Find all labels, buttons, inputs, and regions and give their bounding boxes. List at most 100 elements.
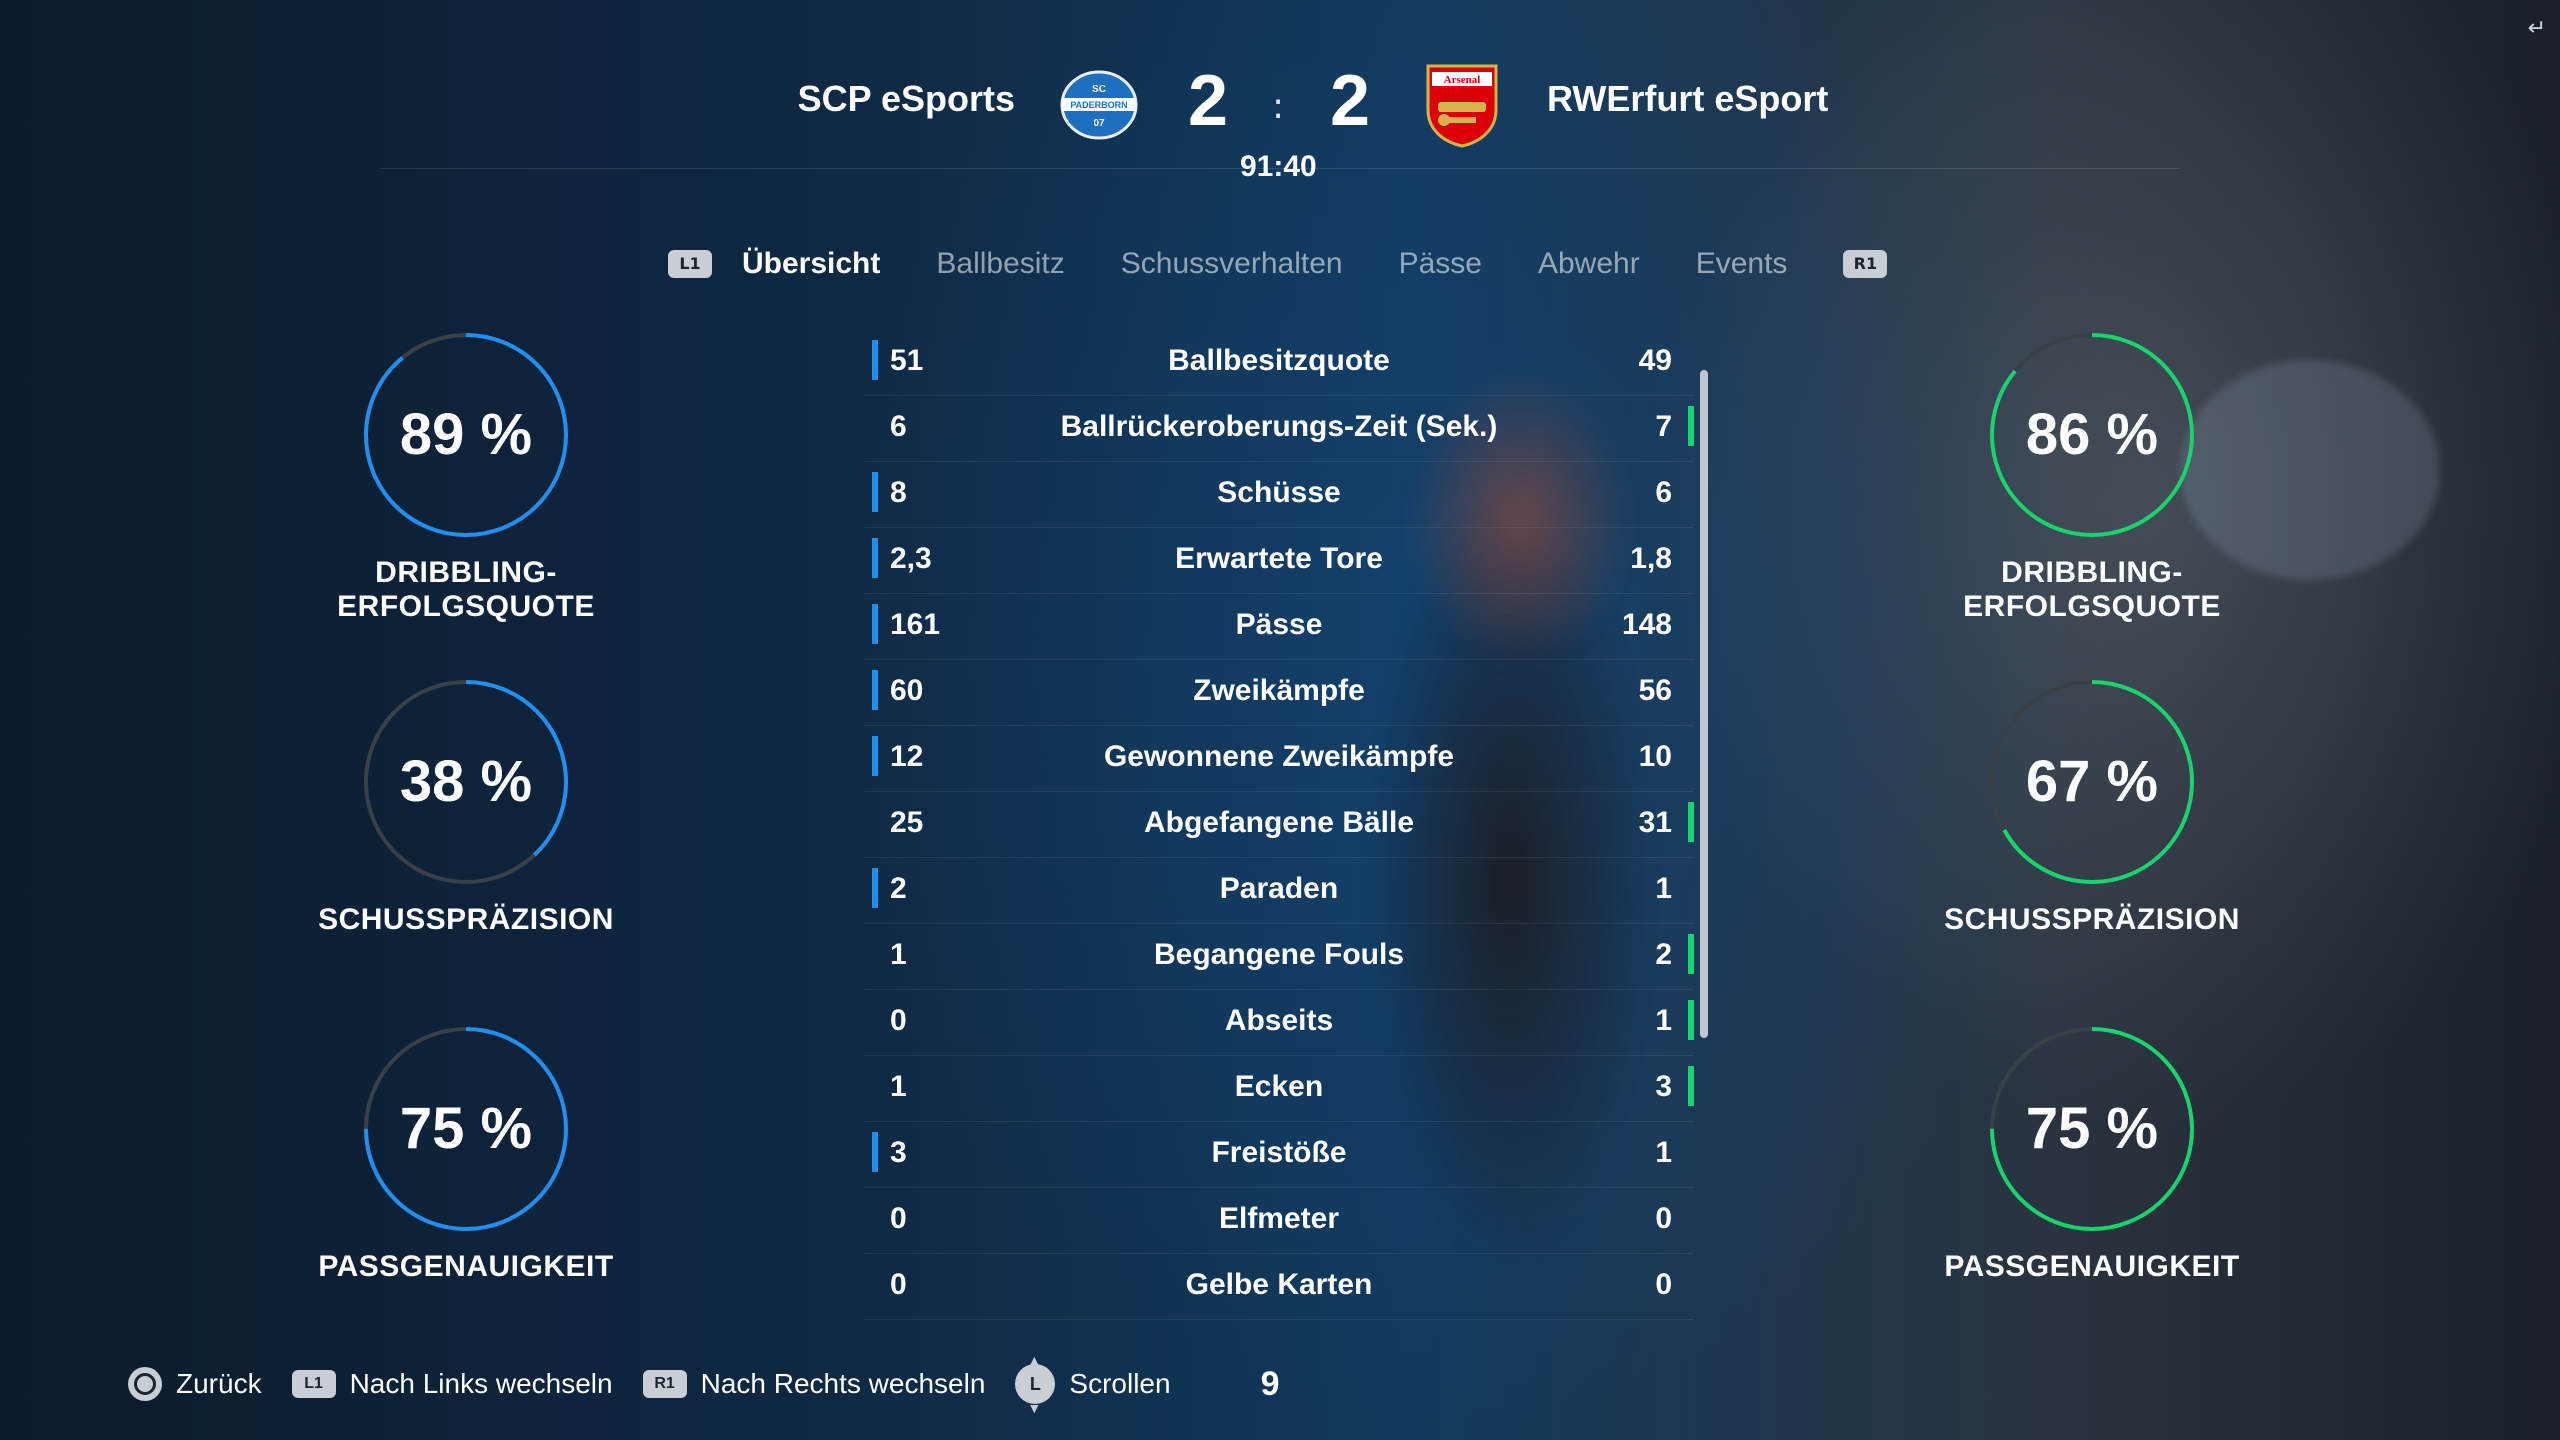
switch-left-label: Nach Links wechseln xyxy=(349,1368,613,1399)
home-score: 2 xyxy=(1188,61,1229,141)
stats-tab-bar: L1 Übersicht Ballbesitz Schussverhalten … xyxy=(668,244,1917,284)
switch-right-label: Nach Rechts wechseln xyxy=(700,1368,986,1399)
away-stat-value: 1 xyxy=(1655,872,1672,905)
home-shot-accuracy-stat: 38 % SCHUSSPRÄZISION xyxy=(256,677,676,937)
stat-name: Pässe xyxy=(1235,608,1323,641)
away-shot-accuracy-value: 67 % xyxy=(2025,749,2159,814)
away-stat-value: 49 xyxy=(1638,344,1672,377)
home-dribbling-stat: 89 % DRIBBLING-ERFOLGSQUOTE xyxy=(256,330,676,624)
away-pass-accuracy-ring: 75 % xyxy=(1987,1024,2197,1234)
away-stat-value: 7 xyxy=(1655,410,1672,443)
away-stat-value: 6 xyxy=(1655,476,1672,509)
home-shot-accuracy-ring: 38 % xyxy=(361,677,571,887)
home-pass-accuracy-value: 75 % xyxy=(399,1096,533,1161)
tab-abwehr[interactable]: Abwehr xyxy=(1538,247,1640,281)
back-hint[interactable]: Zurück xyxy=(128,1367,262,1401)
stat-row: 161 Pässe 148 xyxy=(864,594,1694,660)
stat-row: 6 Ballrückeroberungs-Zeit (Sek.) 7 xyxy=(864,396,1694,462)
arrow-up-icon: ▲ xyxy=(1027,1352,1042,1368)
tab-schussverhalten[interactable]: Schussverhalten xyxy=(1121,247,1343,281)
away-dribbling-ring: 86 % xyxy=(1987,330,2197,540)
stat-name: Gelbe Karten xyxy=(1185,1268,1373,1301)
stat-name: Schüsse xyxy=(1217,476,1341,509)
controller-hints: Zurück L1 Nach Links wechseln R1 Nach Re… xyxy=(128,1352,1280,1416)
stat-name: Abseits xyxy=(1224,1004,1334,1037)
arrow-down-icon: ▼ xyxy=(1027,1400,1042,1416)
away-shot-accuracy-ring: 67 % xyxy=(1987,677,2197,887)
l1-button-icon: L1 xyxy=(291,1370,336,1398)
stat-row: 0 Elfmeter 0 xyxy=(864,1188,1694,1254)
svg-text:Arsenal: Arsenal xyxy=(1444,74,1481,86)
stat-name: Ballrückeroberungs-Zeit (Sek.) xyxy=(1060,410,1498,443)
circle-button-icon xyxy=(128,1367,162,1401)
stat-row: 2,3 Erwartete Tore 1,8 xyxy=(864,528,1694,594)
svg-text:07: 07 xyxy=(1093,118,1105,129)
stat-name: Erwartete Tore xyxy=(1175,542,1383,575)
r1-button-icon: R1 xyxy=(642,1370,687,1398)
stat-row: 60 Zweikämpfe 56 xyxy=(864,660,1694,726)
stat-row: 0 Gelbe Karten 0 xyxy=(864,1254,1694,1320)
match-clock: 91:40 xyxy=(1240,150,1317,183)
page-number: 9 xyxy=(1260,1364,1280,1403)
stat-name: Ecken xyxy=(1234,1070,1324,1103)
home-shot-accuracy-label: SCHUSSPRÄZISION xyxy=(318,903,614,936)
scoreboard: SCP eSports SC PADERBORN 07 2 : 2 Arsena… xyxy=(0,0,2560,190)
away-stat-value: 2 xyxy=(1655,938,1672,971)
stat-row: 1 Begangene Fouls 2 xyxy=(864,924,1694,990)
stat-name: Begangene Fouls xyxy=(1153,938,1405,971)
away-stat-value: 56 xyxy=(1638,674,1672,707)
scroll-hint[interactable]: ▲ L ▼ Scrollen xyxy=(1015,1352,1171,1416)
stat-name: Gewonnene Zweikämpfe xyxy=(1103,740,1455,773)
stat-row: 51 Ballbesitzquote 49 xyxy=(864,330,1694,396)
away-team-name: RWErfurt eSport xyxy=(1547,78,1829,119)
tab-events[interactable]: Events xyxy=(1696,247,1788,281)
score-separator: : xyxy=(1272,86,1285,127)
stat-name: Paraden xyxy=(1219,872,1339,905)
away-stat-value: 148 xyxy=(1621,608,1672,641)
away-stat-value: 0 xyxy=(1655,1202,1672,1235)
away-stat-value: 10 xyxy=(1638,740,1672,773)
left-stick-icon: ▲ L ▼ xyxy=(1015,1352,1056,1416)
back-label: Zurück xyxy=(176,1368,262,1399)
tab-paesse[interactable]: Pässe xyxy=(1399,247,1482,281)
home-team-name: SCP eSports xyxy=(797,78,1015,119)
away-stat-value: 1,8 xyxy=(1630,542,1672,575)
svg-text:SC: SC xyxy=(1092,84,1106,95)
tab-ballbesitz[interactable]: Ballbesitz xyxy=(936,247,1064,281)
scroll-label: Scrollen xyxy=(1069,1368,1171,1399)
away-shot-accuracy-stat: 67 % SCHUSSPRÄZISION xyxy=(1882,677,2302,937)
away-stat-value: 31 xyxy=(1638,806,1672,839)
away-dribbling-value: 86 % xyxy=(2025,402,2159,467)
home-pass-accuracy-stat: 75 % PASSGENAUIGKEIT xyxy=(256,1024,676,1284)
away-pass-accuracy-label: PASSGENAUIGKEIT xyxy=(1944,1250,2240,1283)
header-divider xyxy=(380,168,2180,169)
away-stat-value: 1 xyxy=(1655,1136,1672,1169)
away-team-crest: Arsenal xyxy=(1422,62,1502,148)
stat-name: Zweikämpfe xyxy=(1193,674,1365,707)
l1-button-icon[interactable]: L1 xyxy=(668,250,712,278)
switch-right-hint[interactable]: R1 Nach Rechts wechseln xyxy=(642,1368,986,1400)
stat-row: 0 Abseits 1 xyxy=(864,990,1694,1056)
away-dribbling-label: DRIBBLING-ERFOLGSQUOTE xyxy=(1963,556,2221,623)
r1-button-icon[interactable]: R1 xyxy=(1843,250,1888,278)
home-shot-accuracy-value: 38 % xyxy=(399,749,533,814)
stat-row: 8 Schüsse 6 xyxy=(864,462,1694,528)
tab-uebersicht[interactable]: Übersicht xyxy=(742,247,880,281)
stat-name: Ballbesitzquote xyxy=(1168,344,1390,377)
away-pass-accuracy-value: 75 % xyxy=(2025,1096,2159,1161)
stat-name: Freistöße xyxy=(1211,1136,1347,1169)
home-team-crest: SC PADERBORN 07 xyxy=(1060,70,1138,140)
away-stat-value: 1 xyxy=(1655,1004,1672,1037)
home-pass-accuracy-label: PASSGENAUIGKEIT xyxy=(318,1250,614,1283)
stat-name: Abgefangene Bälle xyxy=(1143,806,1415,839)
stats-scrollbar[interactable] xyxy=(1700,370,1708,1038)
home-pass-accuracy-ring: 75 % xyxy=(361,1024,571,1234)
switch-left-hint[interactable]: L1 Nach Links wechseln xyxy=(291,1368,613,1400)
stat-row: 12 Gewonnene Zweikämpfe 10 xyxy=(864,726,1694,792)
match-stats-table[interactable]: 51 Ballbesitzquote 49 6 Ballrückeroberungs-Z… xyxy=(864,330,1694,1320)
away-pass-accuracy-stat: 75 % PASSGENAUIGKEIT xyxy=(1882,1024,2302,1284)
home-dribbling-ring: 89 % xyxy=(361,330,571,540)
away-stat-value: 0 xyxy=(1655,1268,1672,1301)
home-dribbling-label: DRIBBLING-ERFOLGSQUOTE xyxy=(337,556,595,623)
away-dribbling-stat: 86 % DRIBBLING-ERFOLGSQUOTE xyxy=(1882,330,2302,624)
